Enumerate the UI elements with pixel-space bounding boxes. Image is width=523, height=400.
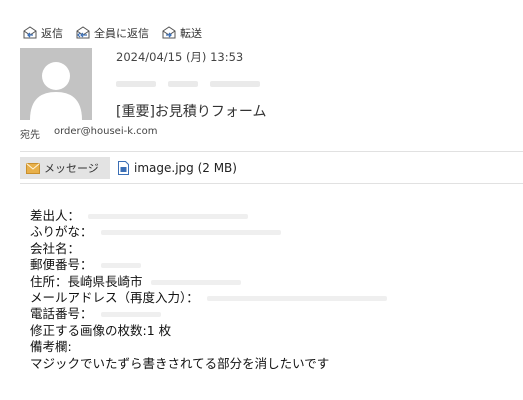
attachment-label: image.jpg (2 MB)	[134, 161, 237, 175]
message-tab-label: メッセージ	[44, 162, 99, 175]
message-body: 差出人： ふりがな： 会社名： 郵便番号： 住所：長崎県長崎市 メールアドレス（…	[30, 208, 387, 372]
header-divider	[20, 151, 523, 152]
image-file-icon	[118, 161, 129, 175]
reply-button[interactable]: 返信	[22, 25, 63, 41]
reply-all-icon	[76, 26, 90, 39]
envelope-icon	[26, 162, 40, 174]
body-line-furigana: ふりがな：	[30, 224, 387, 240]
forward-label: 転送	[180, 27, 202, 40]
reply-icon	[23, 26, 37, 39]
body-line-notes: マジックでいたずら書きされてる部分を消したいです	[30, 355, 330, 371]
attachment-bar: メッセージ image.jpg (2 MB)	[20, 157, 237, 179]
attachment-image[interactable]: image.jpg (2 MB)	[110, 161, 237, 175]
body-line-address: 住所：長崎県長崎市	[30, 274, 387, 290]
sender-avatar	[20, 48, 92, 120]
body-line-notes-label: 備考欄:	[30, 339, 72, 355]
reply-label: 返信	[41, 27, 63, 40]
recipient-row: 宛先 order@housei-k.com	[20, 126, 158, 141]
to-label: 宛先	[20, 130, 40, 141]
forward-button[interactable]: 転送	[161, 25, 202, 41]
reply-all-label: 全員に返信	[94, 27, 149, 40]
reply-all-button[interactable]: 全員に返信	[75, 25, 149, 41]
message-subject: [重要]お見積りフォーム	[116, 104, 267, 120]
body-line-sender: 差出人：	[30, 208, 387, 224]
sender-name-redacted	[116, 72, 286, 87]
body-line-postal: 郵便番号：	[30, 257, 387, 273]
person-icon	[30, 62, 82, 120]
body-line-image-count: 修正する画像の枚数:1 枚	[30, 322, 172, 338]
message-date: 2024/04/15 (月) 13:53	[116, 50, 244, 64]
body-line-phone: 電話番号：	[30, 306, 387, 322]
message-toolbar: 返信 全員に返信 転送	[22, 24, 202, 42]
body-line-email: メールアドレス（再度入力）：	[30, 290, 387, 306]
body-line-company: 会社名：	[30, 240, 81, 256]
body-divider	[20, 183, 523, 184]
to-address[interactable]: order@housei-k.com	[54, 126, 158, 141]
forward-icon	[162, 26, 176, 39]
message-tab[interactable]: メッセージ	[20, 157, 110, 179]
